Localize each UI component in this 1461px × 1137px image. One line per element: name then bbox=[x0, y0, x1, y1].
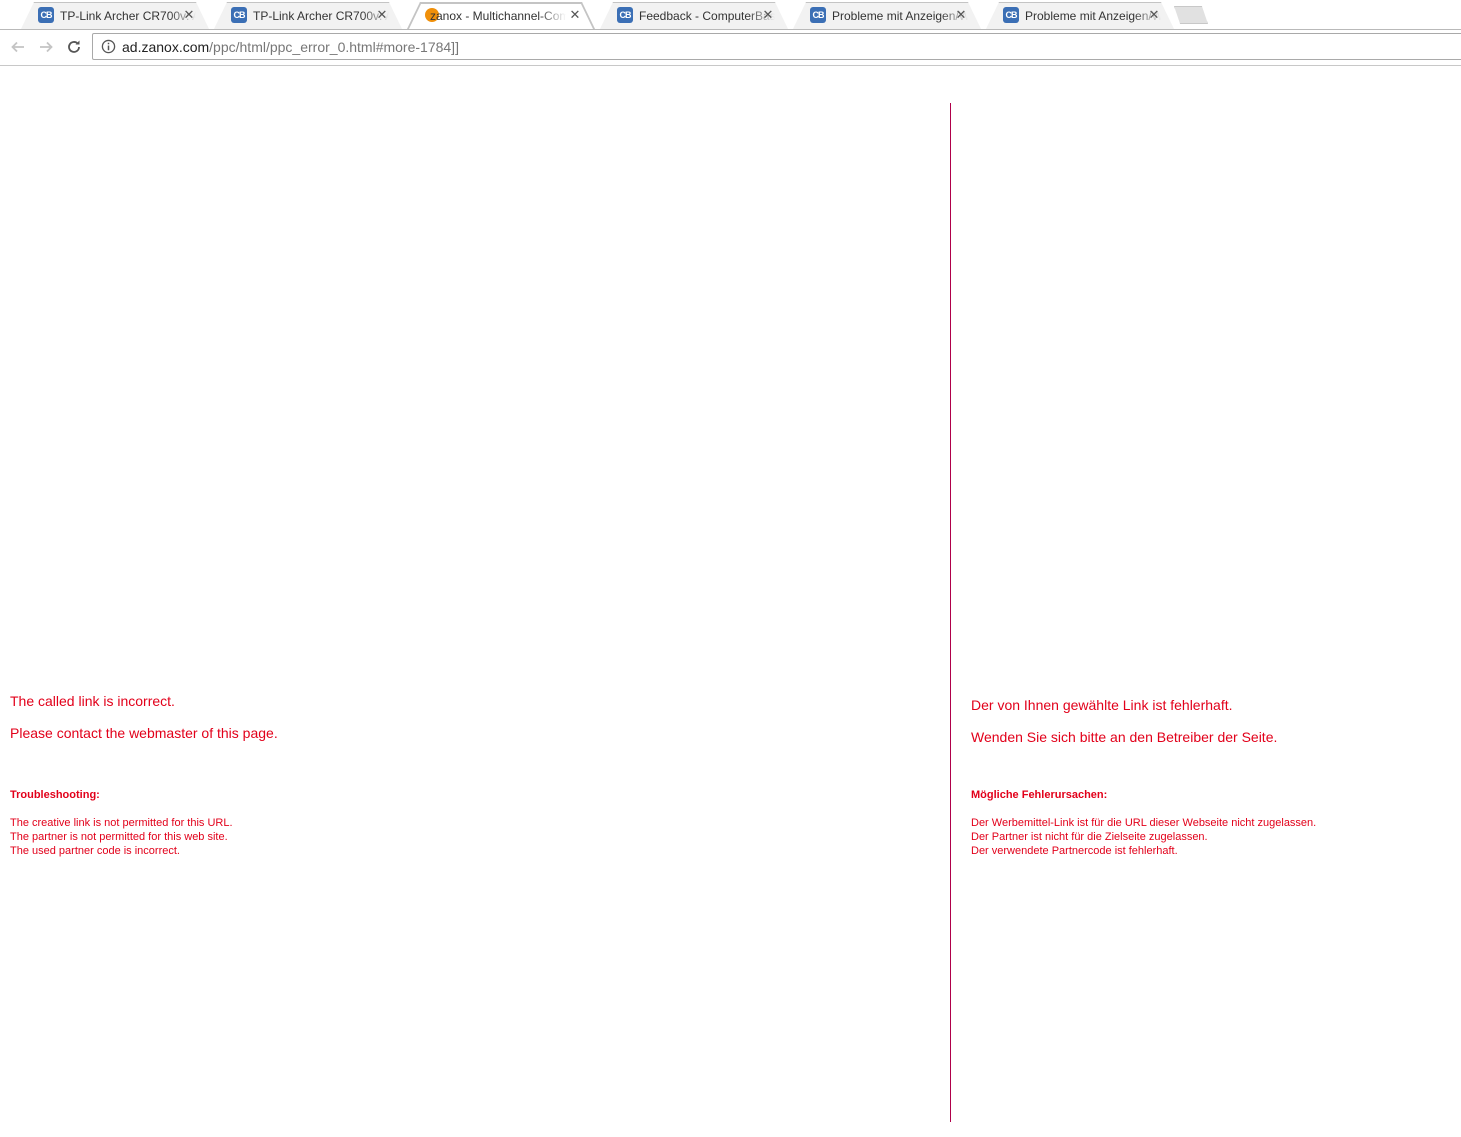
url-host: ad.zanox.com bbox=[122, 39, 210, 55]
tab-title: TP-Link Archer CR700v: AC1750-Router bbox=[60, 9, 196, 23]
reason-de-1: Der Werbemittel-Link ist für die URL die… bbox=[971, 817, 1317, 829]
reason-en-3: The used partner code is incorrect. bbox=[10, 845, 180, 857]
reload-button[interactable] bbox=[64, 37, 84, 57]
reload-icon bbox=[68, 40, 80, 53]
tab-title: Probleme mit Anzeigen/Werbung bbox=[832, 9, 968, 23]
forward-arrow-icon bbox=[40, 41, 53, 53]
tab-tplink-2[interactable]: CB TP-Link Archer CR700v: AC1750-Router … bbox=[213, 2, 401, 30]
reason-de-3: Der verwendete Partnercode ist fehlerhaf… bbox=[971, 845, 1178, 857]
back-button[interactable] bbox=[8, 37, 28, 57]
tab-probleme-2[interactable]: CB Probleme mit Anzeigen/Werbung ✕ bbox=[985, 2, 1173, 30]
toolbar: ad.zanox.com/ppc/html/ppc_error_0.html#m… bbox=[0, 30, 1461, 66]
troubleshooting-heading: Troubleshooting: bbox=[10, 789, 100, 801]
tab-feedback[interactable]: CB Feedback - ComputerBase Forum ✕ bbox=[599, 2, 787, 30]
tab-close-icon[interactable]: ✕ bbox=[182, 7, 196, 23]
computerbase-icon: CB bbox=[617, 7, 633, 23]
tab-close-icon[interactable]: ✕ bbox=[568, 7, 582, 23]
contact-message-de: Wenden Sie sich bitte an den Betreiber d… bbox=[971, 729, 1278, 745]
column-divider bbox=[950, 103, 951, 1122]
tab-close-icon[interactable]: ✕ bbox=[1147, 7, 1161, 23]
url-text: ad.zanox.com/ppc/html/ppc_error_0.html#m… bbox=[122, 39, 459, 55]
new-tab-button[interactable] bbox=[1174, 6, 1208, 24]
reason-en-1: The creative link is not permitted for t… bbox=[10, 817, 233, 829]
computerbase-icon: CB bbox=[810, 7, 826, 23]
fehlerursachen-heading: Mögliche Fehlerursachen: bbox=[971, 789, 1108, 801]
tab-title: TP-Link Archer CR700v: AC1750-Router bbox=[253, 9, 389, 23]
tab-close-icon[interactable]: ✕ bbox=[761, 7, 775, 23]
contact-message-en: Please contact the webmaster of this pag… bbox=[10, 725, 278, 741]
tab-title: zanox - Multichannel-Commission bbox=[430, 9, 566, 23]
address-bar[interactable]: ad.zanox.com/ppc/html/ppc_error_0.html#m… bbox=[92, 33, 1461, 60]
computerbase-icon: CB bbox=[38, 7, 54, 23]
computerbase-icon: CB bbox=[1003, 7, 1019, 23]
back-arrow-icon bbox=[11, 41, 24, 53]
tab-close-icon[interactable]: ✕ bbox=[375, 7, 389, 23]
reason-en-2: The partner is not permitted for this we… bbox=[10, 831, 228, 843]
info-icon[interactable] bbox=[101, 39, 116, 54]
tab-tplink-1[interactable]: CB TP-Link Archer CR700v: AC1750-Router … bbox=[20, 2, 208, 30]
error-message-de: Der von Ihnen gewählte Link ist fehlerha… bbox=[971, 697, 1233, 713]
tab-zanox[interactable]: zanox - Multichannel-Commission ✕ bbox=[406, 2, 594, 30]
tab-title: Feedback - ComputerBase Forum bbox=[639, 9, 775, 23]
tab-probleme-1[interactable]: CB Probleme mit Anzeigen/Werbung ✕ bbox=[792, 2, 980, 30]
forward-button[interactable] bbox=[36, 37, 56, 57]
tab-strip: CB TP-Link Archer CR700v: AC1750-Router … bbox=[0, 0, 1461, 30]
tab-title: Probleme mit Anzeigen/Werbung bbox=[1025, 9, 1161, 23]
error-message-en: The called link is incorrect. bbox=[10, 693, 175, 709]
url-path: /ppc/html/ppc_error_0.html#more-1784]] bbox=[209, 39, 459, 55]
reason-de-2: Der Partner ist nicht für die Zielseite … bbox=[971, 831, 1208, 843]
computerbase-icon: CB bbox=[231, 7, 247, 23]
tab-close-icon[interactable]: ✕ bbox=[954, 7, 968, 23]
